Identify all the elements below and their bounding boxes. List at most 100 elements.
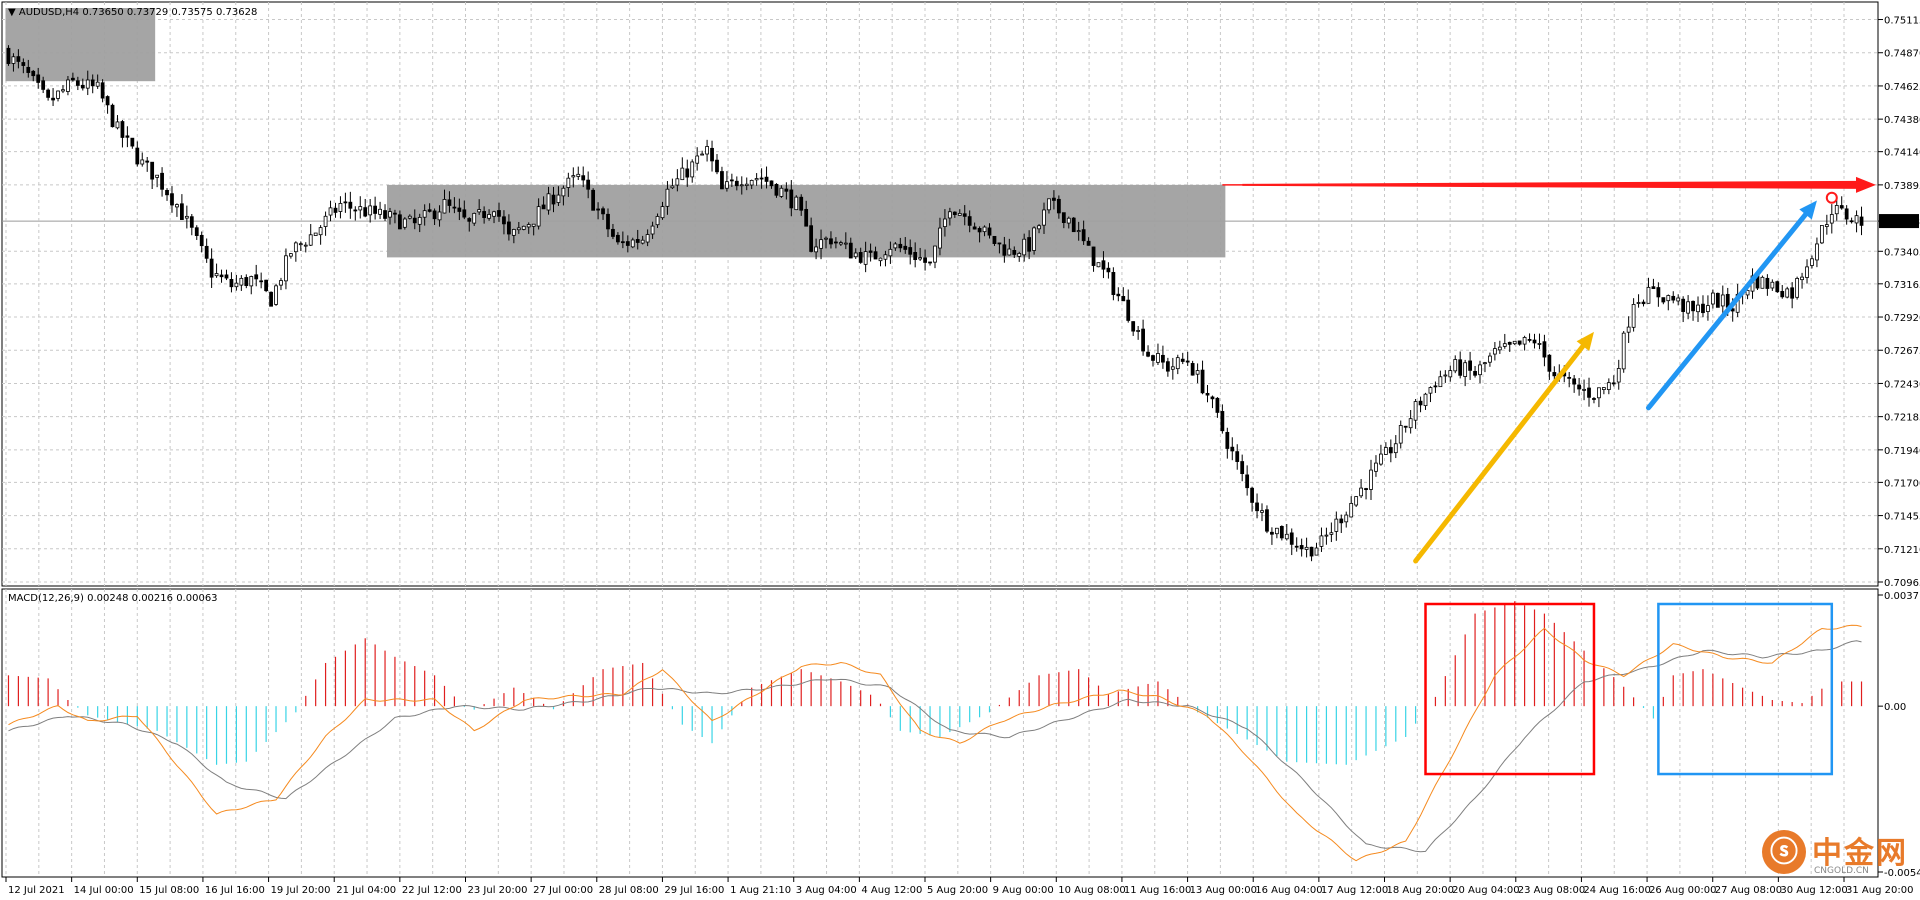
macd-pane: 0.00370.00-0.00544 MACD(12,26,9) 0.00248… — [1, 588, 1920, 879]
candle-body — [734, 180, 739, 187]
candle-body — [804, 208, 809, 227]
candle-body — [1715, 292, 1720, 308]
candle-body — [1061, 212, 1066, 223]
candle-body — [586, 179, 591, 190]
candle-body — [898, 243, 903, 249]
candle-body — [393, 212, 397, 215]
candle-body — [853, 252, 858, 258]
candle-body — [938, 227, 942, 249]
candle-body — [472, 212, 477, 224]
candle-body — [1106, 267, 1111, 273]
candle-body — [1066, 217, 1071, 224]
candle-body — [1185, 360, 1190, 363]
candle-body — [363, 207, 368, 217]
candle-body — [1175, 357, 1180, 370]
time-tick-label: 21 Jul 04:00 — [336, 885, 396, 896]
candle-body — [1299, 545, 1304, 550]
candle-body — [1497, 346, 1502, 351]
candle-body — [189, 216, 194, 228]
candle-body — [1379, 453, 1383, 465]
candle-body — [1666, 295, 1671, 302]
candle-body — [611, 228, 615, 237]
candle-body — [1760, 276, 1765, 289]
candle-body — [848, 242, 853, 259]
candle-body — [794, 196, 799, 211]
candle-body — [834, 241, 838, 244]
candle-body — [90, 79, 95, 87]
candle-body — [561, 187, 566, 197]
candle-body — [1165, 361, 1170, 372]
time-axis: 12 Jul 2021 14 Jul 00:00 15 Jul 08:00 16 Ju… — [5, 877, 1913, 896]
candle-body — [1810, 258, 1814, 266]
candle-body — [1512, 340, 1517, 345]
candle-body — [497, 210, 501, 217]
candle-body — [234, 282, 239, 288]
candle-body — [1458, 359, 1463, 376]
time-tick-label: 12 Jul 2021 — [8, 885, 65, 896]
candle-body — [1443, 374, 1448, 377]
candle-body — [1646, 286, 1651, 304]
header-triangle-icon: ▼ — [8, 7, 19, 18]
time-tick-label: 19 Jul 20:00 — [271, 885, 331, 896]
candle-body — [918, 257, 923, 260]
candle-body — [1007, 248, 1012, 256]
time-tick-label: 17 Aug 12:00 — [1321, 885, 1388, 896]
candle-body — [749, 179, 754, 186]
candle-body — [1121, 296, 1126, 302]
candle-body — [705, 146, 709, 155]
candle-body — [1522, 337, 1527, 345]
candle-body — [1170, 366, 1175, 370]
candle-body — [46, 89, 51, 98]
candle-body — [957, 213, 962, 216]
candle-body — [6, 47, 11, 64]
candle-body — [1795, 278, 1799, 298]
candle-body — [1844, 208, 1849, 220]
candle-body — [715, 159, 719, 173]
candle-body — [933, 245, 937, 263]
candle-body — [690, 161, 695, 178]
candle-body — [1240, 461, 1245, 475]
candle-body — [462, 209, 467, 218]
candle-body — [80, 84, 85, 89]
candle-body — [977, 228, 982, 233]
candle-body — [1552, 372, 1557, 377]
candle-body — [467, 218, 472, 222]
candle-body — [1676, 297, 1681, 302]
candle-body — [739, 184, 744, 187]
candle-body — [1364, 488, 1368, 491]
candle-body — [1086, 240, 1091, 246]
candle-body — [571, 175, 576, 178]
candle-body — [551, 194, 556, 205]
candle-body — [784, 188, 789, 192]
candle-body — [1111, 272, 1116, 295]
candle-body — [402, 218, 407, 228]
candle-body — [1849, 220, 1854, 223]
candle-body — [56, 90, 60, 99]
candle-body — [427, 209, 432, 212]
candle-body — [61, 89, 65, 92]
candle-body — [229, 279, 234, 288]
candle-body — [635, 239, 640, 243]
candle-body — [477, 209, 482, 213]
time-tick-label: 28 Jul 08:00 — [599, 885, 659, 896]
candle-body — [219, 274, 224, 278]
candle-body — [175, 204, 179, 208]
time-tick-label: 15 Jul 08:00 — [139, 885, 199, 896]
candle-body — [1696, 304, 1700, 313]
candle-body — [1012, 250, 1017, 255]
candle-body — [576, 173, 581, 177]
candle-body — [536, 206, 541, 227]
candle-body — [511, 229, 516, 236]
candle-body — [165, 189, 169, 196]
macd-tick-label: 0.0037 — [1884, 591, 1919, 602]
candle-body — [105, 96, 110, 106]
candle-body — [1433, 385, 1438, 388]
candle-body — [36, 74, 41, 83]
candle-body — [1383, 447, 1388, 455]
candle-body — [903, 245, 908, 250]
candle-body — [1800, 276, 1804, 281]
price-tick-label: 0.71700 — [1884, 478, 1920, 489]
candle-body — [1354, 496, 1359, 506]
candle-body — [1250, 487, 1254, 503]
candle-body — [1453, 359, 1458, 372]
